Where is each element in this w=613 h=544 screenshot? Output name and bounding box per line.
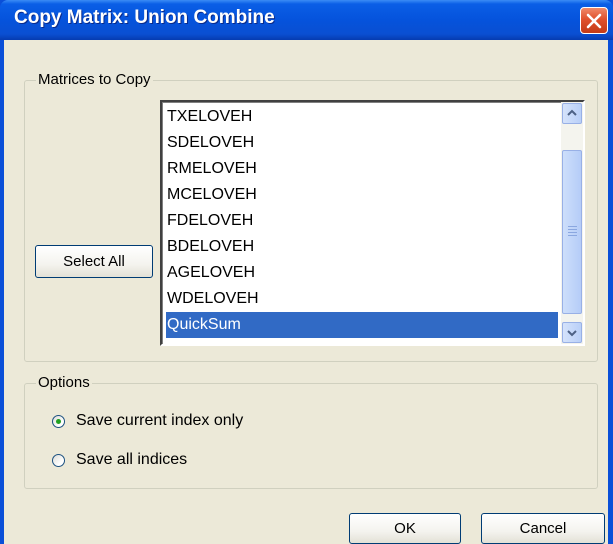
chevron-down-icon <box>567 330 577 337</box>
radio-selected-dot <box>56 419 61 424</box>
thumb-grip <box>568 229 577 230</box>
radio-label: Save all indices <box>76 451 188 468</box>
radio-label: Save current index only <box>76 412 244 429</box>
thumb-grip <box>568 235 577 236</box>
title-bar[interactable]: Copy Matrix: Union Combine <box>0 0 613 40</box>
list-item[interactable]: AGELOVEH <box>166 260 558 286</box>
scroll-thumb[interactable] <box>562 150 582 314</box>
scroll-up-button[interactable] <box>562 103 582 124</box>
ok-label: OK <box>394 520 416 537</box>
scroll-down-button[interactable] <box>562 322 582 343</box>
matrices-group: Matrices to Copy Select All TXELOVEH SDEL… <box>24 71 598 362</box>
ok-button[interactable]: OK <box>349 513 461 544</box>
cancel-button[interactable]: Cancel <box>481 513 605 544</box>
cancel-label: Cancel <box>519 520 567 537</box>
close-button[interactable] <box>580 7 608 34</box>
options-group-legend: Options <box>36 374 92 391</box>
select-all-label: Select All <box>63 253 125 270</box>
select-all-button[interactable]: Select All <box>35 245 153 278</box>
dialog-body: Matrices to Copy Select All TXELOVEH SDEL… <box>4 40 608 544</box>
options-group: Options Save current index only Save all… <box>24 374 598 489</box>
list-item[interactable]: BDELOVEH <box>166 234 558 260</box>
matrix-list[interactable]: TXELOVEH SDELOVEH RMELOVEH MCELOVEH FDELOVEH… <box>160 100 585 346</box>
radio-button[interactable] <box>52 454 65 467</box>
chevron-up-icon <box>567 109 577 116</box>
dialog-window: Copy Matrix: Union Combine Matrices to C… <box>0 0 613 544</box>
list-item[interactable]: SDELOVEH <box>166 130 558 156</box>
list-item[interactable]: WDELOVEH <box>166 286 558 312</box>
list-scrollbar[interactable] <box>561 102 583 344</box>
list-item[interactable]: MCELOVEH <box>166 182 558 208</box>
matrices-group-legend: Matrices to Copy <box>36 71 153 88</box>
list-item[interactable]: RMELOVEH <box>166 156 558 182</box>
window-title: Copy Matrix: Union Combine <box>14 7 275 28</box>
thumb-grip <box>568 226 577 227</box>
list-item[interactable]: QuickSum <box>166 312 558 338</box>
list-item[interactable]: TXELOVEH <box>166 104 558 130</box>
list-item[interactable]: FDELOVEH <box>166 208 558 234</box>
close-icon <box>586 13 602 29</box>
thumb-grip <box>568 232 577 233</box>
radio-button[interactable] <box>52 415 65 428</box>
